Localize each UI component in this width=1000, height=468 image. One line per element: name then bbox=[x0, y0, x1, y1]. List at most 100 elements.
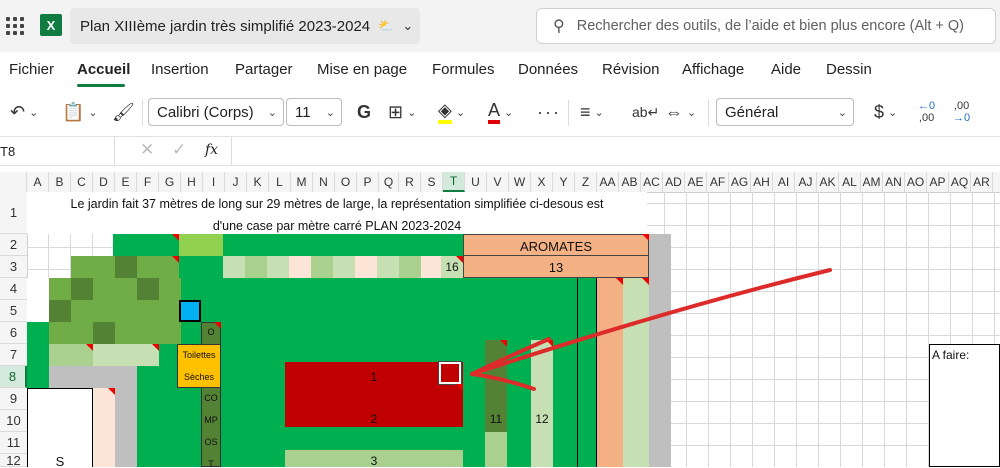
column-header-af[interactable]: AF bbox=[707, 172, 729, 192]
column-header-h[interactable]: H bbox=[181, 172, 203, 192]
bold-button[interactable]: G bbox=[357, 98, 371, 126]
column-header-o[interactable]: O bbox=[335, 172, 357, 192]
column-header-n[interactable]: N bbox=[313, 172, 335, 192]
column-header-y[interactable]: Y bbox=[553, 172, 575, 192]
tab-revision[interactable]: Révision bbox=[602, 61, 660, 78]
row-header-5[interactable]: 5 bbox=[0, 300, 27, 322]
column-header-am[interactable]: AM bbox=[861, 172, 883, 192]
tab-dessin[interactable]: Dessin bbox=[826, 61, 872, 78]
select-all-corner[interactable] bbox=[0, 172, 27, 192]
app-launcher-icon[interactable] bbox=[6, 17, 24, 35]
tab-mise-en-page[interactable]: Mise en page bbox=[317, 61, 407, 78]
column-header-ag[interactable]: AG bbox=[729, 172, 751, 192]
column-header-z[interactable]: Z bbox=[575, 172, 597, 192]
row-header-11[interactable]: 11 bbox=[0, 432, 27, 454]
column-header-x[interactable]: X bbox=[531, 172, 553, 192]
column-header-d[interactable]: D bbox=[93, 172, 115, 192]
column-header-ac[interactable]: AC bbox=[641, 172, 663, 192]
row-header-4[interactable]: 4 bbox=[0, 278, 27, 300]
wrap-text-button[interactable]: ab↵ bbox=[632, 98, 659, 126]
column-header-p[interactable]: P bbox=[357, 172, 379, 192]
column-header-f[interactable]: F bbox=[137, 172, 159, 192]
column-header-m[interactable]: M bbox=[291, 172, 313, 192]
column-header-l[interactable]: L bbox=[269, 172, 291, 192]
tab-donnees[interactable]: Données bbox=[518, 61, 578, 78]
column-header-s[interactable]: S bbox=[421, 172, 443, 192]
row-header-2[interactable]: 2 bbox=[0, 234, 27, 256]
merge-button[interactable]: ⇔ ⌄ bbox=[665, 98, 696, 126]
insert-function-button[interactable]: fx bbox=[205, 142, 218, 158]
column-header-ae[interactable]: AE bbox=[685, 172, 707, 192]
fill-color-button[interactable]: ◈ ⌄ bbox=[438, 98, 465, 126]
row-header-10[interactable]: 10 bbox=[0, 410, 27, 432]
tab-aide[interactable]: Aide bbox=[771, 61, 801, 78]
tab-affichage[interactable]: Affichage bbox=[682, 61, 744, 78]
column-header-v[interactable]: V bbox=[487, 172, 509, 192]
formula-input[interactable] bbox=[231, 137, 1000, 165]
column-header-u[interactable]: U bbox=[465, 172, 487, 192]
undo-button[interactable]: ↶ ⌄ bbox=[10, 98, 38, 126]
column-header-ai[interactable]: AI bbox=[773, 172, 795, 192]
column-header-aq[interactable]: AQ bbox=[949, 172, 971, 192]
document-title[interactable]: Plan XIIIème jardin très simplifié 2023-… bbox=[70, 8, 420, 44]
row-header-9[interactable]: 9 bbox=[0, 388, 27, 410]
column-header-g[interactable]: G bbox=[159, 172, 181, 192]
row-header-12[interactable]: 12 bbox=[0, 453, 27, 468]
confirm-icon[interactable]: ✓ bbox=[172, 140, 186, 160]
chevron-down-icon: ⌄ bbox=[407, 106, 417, 119]
column-header-t[interactable]: T bbox=[443, 172, 465, 192]
row-header-1[interactable]: 1 bbox=[0, 192, 27, 234]
align-button[interactable]: ≡ ⌄ bbox=[580, 98, 604, 126]
row-header-7[interactable]: 7 bbox=[0, 344, 27, 366]
tab-accueil[interactable]: Accueil bbox=[77, 61, 130, 78]
column-header-b[interactable]: B bbox=[49, 172, 71, 192]
column-header-e[interactable]: E bbox=[115, 172, 137, 192]
font-name-select[interactable]: Calibri (Corps) ⌄ bbox=[148, 98, 284, 126]
column-header-a[interactable]: A bbox=[27, 172, 49, 192]
format-painter-button[interactable]: 🖌 bbox=[112, 98, 135, 126]
arrow-left-icon: ←0 bbox=[918, 100, 936, 112]
paste-button[interactable]: 📋 ⌄ bbox=[62, 98, 98, 126]
borders-button[interactable]: ⊞ ⌄ bbox=[388, 98, 416, 126]
tab-insertion[interactable]: Insertion bbox=[151, 61, 209, 78]
column-header-ad[interactable]: AD bbox=[663, 172, 685, 192]
sheet-grid[interactable]: Le jardin fait 37 mètres de long sur 29 … bbox=[27, 192, 1000, 467]
column-header-i[interactable]: I bbox=[203, 172, 225, 192]
increase-decimal-button[interactable]: ,00 →0 bbox=[953, 100, 970, 128]
column-header-al[interactable]: AL bbox=[839, 172, 861, 192]
column-header-r[interactable]: R bbox=[399, 172, 421, 192]
chevron-down-icon: ⌄ bbox=[29, 106, 39, 119]
column-header-j[interactable]: J bbox=[225, 172, 247, 192]
tab-partager[interactable]: Partager bbox=[235, 61, 293, 78]
more-options-button[interactable]: ··· bbox=[537, 98, 561, 126]
column-header-aj[interactable]: AJ bbox=[795, 172, 817, 192]
row-header-8[interactable]: 8 bbox=[0, 366, 27, 388]
tab-formules[interactable]: Formules bbox=[432, 61, 495, 78]
row-header-6[interactable]: 6 bbox=[0, 322, 27, 344]
font-size-select[interactable]: 11 ⌄ bbox=[286, 98, 342, 126]
cancel-icon[interactable]: ✕ bbox=[140, 140, 154, 160]
name-box[interactable]: T8 bbox=[0, 144, 15, 159]
undo-icon: ↶ bbox=[10, 101, 26, 122]
column-header-w[interactable]: W bbox=[509, 172, 531, 192]
column-header-ab[interactable]: AB bbox=[619, 172, 641, 192]
column-header-ak[interactable]: AK bbox=[817, 172, 839, 192]
chevron-down-icon: ⌄ bbox=[88, 106, 98, 119]
currency-button[interactable]: $ ⌄ bbox=[874, 98, 897, 126]
column-header-ah[interactable]: AH bbox=[751, 172, 773, 192]
column-header-ar[interactable]: AR bbox=[971, 172, 993, 192]
column-header-k[interactable]: K bbox=[247, 172, 269, 192]
column-header-ao[interactable]: AO bbox=[905, 172, 927, 192]
column-header-aa[interactable]: AA bbox=[597, 172, 619, 192]
column-header-q[interactable]: Q bbox=[379, 172, 399, 192]
search-box[interactable]: ⚲ Rechercher des outils, de l’aide et bi… bbox=[536, 8, 996, 44]
row-header-3[interactable]: 3 bbox=[0, 256, 27, 278]
number-format-select[interactable]: Général ⌄ bbox=[716, 98, 854, 126]
font-color-button[interactable]: A ⌄ bbox=[488, 98, 513, 126]
column-header-ap[interactable]: AP bbox=[927, 172, 949, 192]
column-header-c[interactable]: C bbox=[71, 172, 93, 192]
column-header-an[interactable]: AN bbox=[883, 172, 905, 192]
tab-fichier[interactable]: Fichier bbox=[9, 61, 54, 78]
chevron-down-icon: ⌄ bbox=[594, 106, 604, 119]
decrease-decimal-button[interactable]: ←0,00 bbox=[918, 100, 935, 128]
